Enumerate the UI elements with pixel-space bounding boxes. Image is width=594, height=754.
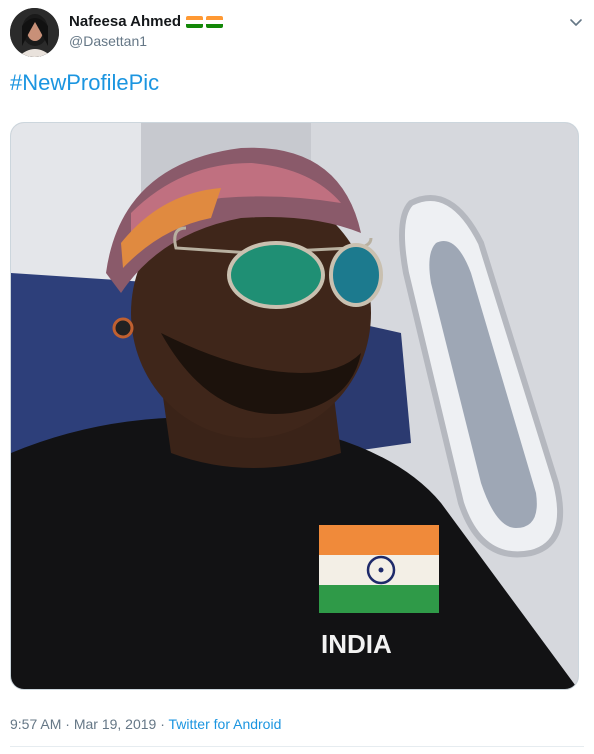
- tweet-source-link[interactable]: Twitter for Android: [169, 716, 282, 732]
- divider: [10, 746, 584, 747]
- hashtag-link[interactable]: #NewProfilePic: [10, 70, 159, 96]
- india-flag-icon: [186, 15, 203, 28]
- shirt-flag-graphic: [319, 525, 439, 613]
- shirt-text: INDIA: [321, 629, 392, 659]
- name-row: Nafeesa Ahmed: [69, 13, 223, 30]
- chevron-down-icon[interactable]: [568, 14, 584, 30]
- user-handle[interactable]: @Dasettan1: [69, 33, 147, 49]
- flag-emojis: [186, 15, 223, 28]
- tweet-date[interactable]: Mar 19, 2019: [74, 716, 157, 732]
- meta-separator: ·: [61, 716, 74, 732]
- tweet-photo[interactable]: INDIA: [10, 122, 579, 690]
- india-flag-icon: [206, 15, 223, 28]
- tweet-time[interactable]: 9:57 AM: [10, 716, 61, 732]
- avatar[interactable]: [10, 8, 59, 57]
- meta-separator: ·: [156, 716, 169, 732]
- tweet-meta: 9:57 AM · Mar 19, 2019 · Twitter for And…: [10, 716, 281, 732]
- photo-illustration: INDIA: [11, 123, 578, 689]
- display-name[interactable]: Nafeesa Ahmed: [69, 13, 181, 30]
- tweet-header: Nafeesa Ahmed @Dasettan1: [10, 8, 584, 58]
